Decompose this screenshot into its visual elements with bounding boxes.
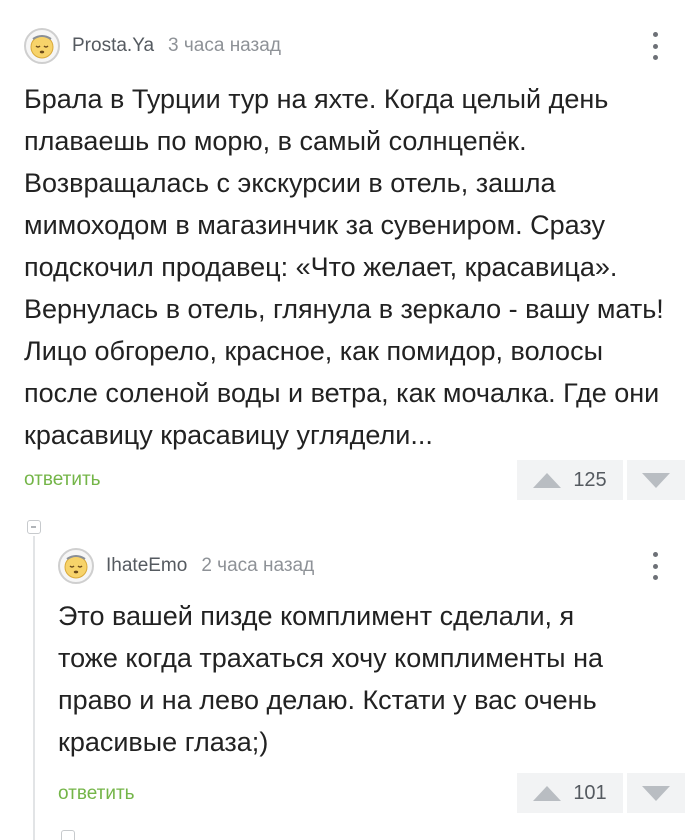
username[interactable]: Prosta.Ya: [72, 35, 154, 57]
comment-text: Это вашей пизде комплимент сделали, я то…: [58, 601, 603, 757]
timestamp: 3 часа назад: [168, 35, 281, 56]
arrow-up-icon: [533, 785, 562, 801]
reply-button[interactable]: ответить: [24, 469, 101, 491]
avatar[interactable]: [58, 548, 94, 584]
comment-header: IhateEmo 2 часа назад: [58, 548, 314, 584]
arrow-down-icon: [642, 785, 670, 801]
collapse-thread-icon[interactable]: [61, 830, 75, 840]
vote-controls: 125: [517, 460, 685, 500]
more-options-icon[interactable]: [645, 30, 665, 62]
username[interactable]: IhateEmo: [106, 555, 187, 577]
reply-button[interactable]: ответить: [58, 783, 135, 805]
vote-controls: 101: [517, 773, 685, 813]
more-options-icon[interactable]: [645, 550, 665, 582]
avatar[interactable]: [24, 28, 60, 64]
avatar-sleepy-face-icon: [64, 555, 88, 579]
comment-header: Prosta.Ya 3 часа назад: [24, 28, 281, 64]
thread-line[interactable]: [33, 536, 35, 840]
rating-count: 101: [573, 781, 607, 804]
comments-page: Prosta.Ya 3 часа назад Брала в Турции ту…: [0, 0, 700, 840]
upvote-button[interactable]: 101: [517, 773, 623, 813]
comment-text: Брала в Турции тур на яхте. Когда целый …: [24, 84, 664, 450]
downvote-button[interactable]: [627, 773, 685, 813]
collapse-thread-icon[interactable]: [27, 520, 41, 534]
arrow-up-icon: [533, 472, 562, 488]
avatar-sleepy-face-icon: [30, 35, 54, 59]
timestamp: 2 часа назад: [201, 555, 315, 576]
rating-count: 125: [573, 468, 607, 491]
arrow-down-icon: [642, 472, 670, 488]
downvote-button[interactable]: [627, 460, 685, 500]
upvote-button[interactable]: 125: [517, 460, 623, 500]
